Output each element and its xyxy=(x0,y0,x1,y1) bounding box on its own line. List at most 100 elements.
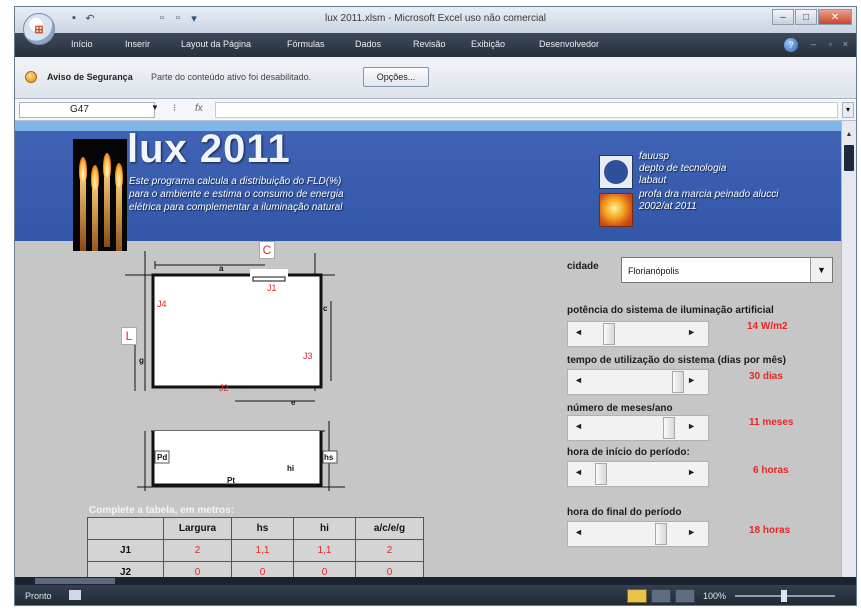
expand-formula-bar-icon[interactable]: ▾ xyxy=(842,102,854,118)
label-hi: hi xyxy=(287,464,294,473)
scroll-right-icon[interactable]: ► xyxy=(687,375,696,385)
months-label: número de meses/ano xyxy=(567,403,673,414)
box-letter-l: L xyxy=(121,327,137,345)
app-description: Este programa calcula a distribuição do … xyxy=(129,176,344,213)
table-cell[interactable]: 0 xyxy=(163,561,232,577)
formula-input[interactable] xyxy=(215,102,838,118)
scroll-right-icon[interactable]: ► xyxy=(687,327,696,337)
fau-logo xyxy=(599,155,633,189)
scroll-left-icon[interactable]: ◄ xyxy=(574,327,583,337)
tab-exibicao[interactable]: Exibição xyxy=(471,39,505,49)
scroll-right-icon[interactable]: ► xyxy=(687,421,696,431)
ribbon-close-icon[interactable]: × xyxy=(843,39,848,49)
cancel-entry-icon[interactable]: ⁝ xyxy=(173,103,176,114)
security-warning-bar: Aviso de Segurança Parte do conteúdo ati… xyxy=(15,57,856,99)
tab-desenvolvedor[interactable]: Desenvolvedor xyxy=(539,39,599,49)
table-cell[interactable]: 0 xyxy=(231,561,294,577)
scroll-left-icon[interactable]: ◄ xyxy=(574,421,583,431)
help-icon[interactable]: ? xyxy=(784,38,798,52)
office-button[interactable]: ⊞ xyxy=(23,13,55,45)
table-header: hs xyxy=(231,517,294,540)
tab-dados[interactable]: Dados xyxy=(355,39,381,49)
scroll-up-icon[interactable]: ▲ xyxy=(844,131,854,141)
page-layout-view-button[interactable] xyxy=(651,589,671,603)
horizontal-scrollbar[interactable] xyxy=(15,577,856,585)
normal-view-button[interactable] xyxy=(627,589,647,603)
credit-author: profa dra marcia peinado alucci xyxy=(639,189,779,200)
name-box[interactable]: G47 xyxy=(19,102,155,118)
table-header: a/c/e/g xyxy=(355,517,424,540)
app-header: lux 2011 Este programa calcula a distrib… xyxy=(15,127,843,251)
table-cell[interactable]: 2 xyxy=(163,539,232,562)
end-hour-scroll-thumb[interactable] xyxy=(654,523,667,545)
scroll-right-icon[interactable]: ► xyxy=(687,527,696,537)
city-select[interactable]: Florianópolis ▼ xyxy=(621,257,833,283)
security-options-button[interactable]: Opções... xyxy=(363,67,429,87)
close-button[interactable]: ✕ xyxy=(818,9,852,25)
end-hour-scrollbar[interactable]: ◄ ► xyxy=(567,521,709,547)
power-label: potência do sistema de iluminação artifi… xyxy=(567,305,774,316)
minimize-button[interactable]: – xyxy=(772,9,794,25)
scroll-left-icon[interactable]: ◄ xyxy=(574,375,583,385)
worksheet: lux 2011 Este programa calcula a distrib… xyxy=(15,121,843,577)
tab-inicio[interactable]: Início xyxy=(71,39,93,49)
scroll-right-icon[interactable]: ► xyxy=(687,467,696,477)
tab-inserir[interactable]: Inserir xyxy=(125,39,150,49)
label-pd: Pd xyxy=(157,453,167,462)
excel-window: ▪ ↶ ▫ ▫ ▾ lux 2011.xlsm - Microsoft Exce… xyxy=(14,6,857,606)
ribbon-restore-icon[interactable]: ▫ xyxy=(829,39,832,49)
start-hour-value: 6 horas xyxy=(753,465,789,476)
label-hs: hs xyxy=(324,453,334,462)
scroll-left-icon[interactable]: ◄ xyxy=(574,527,583,537)
table-cell[interactable]: 1,1 xyxy=(231,539,294,562)
table-cell[interactable]: 2 xyxy=(355,539,424,562)
maximize-button[interactable]: □ xyxy=(795,9,817,25)
box-letter-c: C xyxy=(259,241,275,259)
time-label: tempo de utilização do sistema (dias por… xyxy=(567,355,786,366)
zoom-slider-thumb[interactable] xyxy=(781,590,787,602)
months-scrollbar[interactable]: ◄ ► xyxy=(567,415,709,441)
table-cell[interactable]: 1,1 xyxy=(293,539,356,562)
vertical-scroll-thumb[interactable] xyxy=(844,145,854,171)
time-scrollbar[interactable]: ◄ ► xyxy=(567,369,709,395)
time-scroll-thumb[interactable] xyxy=(672,371,684,393)
city-label: cidade xyxy=(567,261,599,272)
table-cell[interactable]: 0 xyxy=(293,561,356,577)
page-break-view-button[interactable] xyxy=(675,589,695,603)
credit-years: 2002/at 2011 xyxy=(639,201,697,212)
table-cell[interactable]: 0 xyxy=(355,561,424,577)
table-row: J2 0 0 0 0 xyxy=(87,561,424,577)
ribbon-tabs: Início Inserir Layout da Página Fórmulas… xyxy=(15,33,856,57)
tab-formulas[interactable]: Fórmulas xyxy=(287,39,325,49)
label-dim-g: g xyxy=(139,356,144,365)
tab-layout[interactable]: Layout da Página xyxy=(181,39,251,49)
start-hour-scroll-thumb[interactable] xyxy=(594,463,607,485)
security-warning-title: Aviso de Segurança xyxy=(47,72,133,82)
credit-lab: labaut xyxy=(639,175,667,186)
start-hour-scrollbar[interactable]: ◄ ► xyxy=(567,461,709,487)
insert-function-icon[interactable]: fx xyxy=(195,103,203,114)
power-scrollbar[interactable]: ◄ ► xyxy=(567,321,709,347)
label-pt: Pt xyxy=(227,476,235,485)
security-warning-message: Parte do conteúdo ativo foi desabilitado… xyxy=(151,72,312,82)
months-value: 11 meses xyxy=(749,417,794,428)
power-scroll-thumb[interactable] xyxy=(603,323,616,345)
months-scroll-thumb[interactable] xyxy=(663,417,676,439)
chevron-down-icon[interactable]: ▼ xyxy=(810,258,832,282)
macro-record-icon[interactable] xyxy=(69,590,81,600)
tab-revisao[interactable]: Revisão xyxy=(413,39,446,49)
table-header xyxy=(87,517,164,540)
label-j4: J4 xyxy=(157,299,167,309)
labaut-logo xyxy=(599,193,633,227)
ribbon-minimize-icon[interactable]: – xyxy=(811,39,816,49)
row-label: J2 xyxy=(87,561,164,577)
credit-institution: fauusp xyxy=(639,151,670,162)
vertical-scrollbar[interactable]: ▲ xyxy=(841,121,856,577)
scroll-left-icon[interactable]: ◄ xyxy=(574,467,583,477)
end-hour-label: hora do final do período xyxy=(567,507,682,518)
name-box-dropdown-icon[interactable]: ▼ xyxy=(151,103,159,112)
zoom-level[interactable]: 100% xyxy=(703,591,726,601)
horizontal-scroll-thumb[interactable] xyxy=(35,578,115,584)
zoom-slider[interactable] xyxy=(735,590,835,602)
end-hour-value: 18 horas xyxy=(749,525,791,536)
